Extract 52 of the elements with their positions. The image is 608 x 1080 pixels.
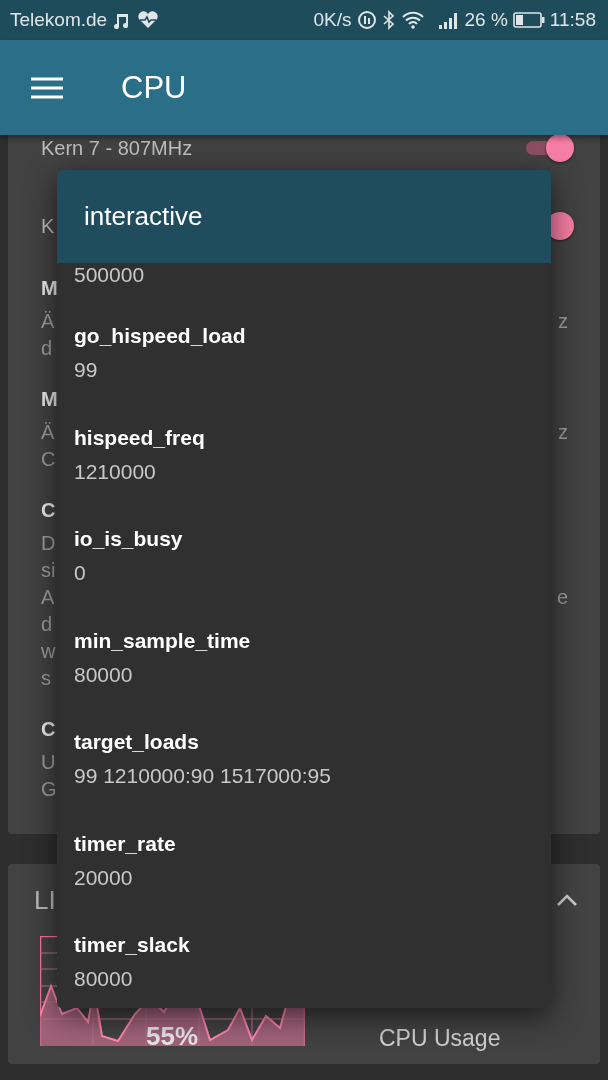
setting-description: si xyxy=(41,558,56,583)
setting-description: C xyxy=(41,447,56,472)
setting-description: Ä xyxy=(41,309,55,334)
setting-title: K xyxy=(41,213,55,239)
setting-description: w xyxy=(41,639,56,664)
parameter-name[interactable]: target_loads xyxy=(74,730,199,754)
setting-title: M xyxy=(41,387,58,412)
parameter-name[interactable]: go_hispeed_load xyxy=(74,324,246,348)
parameter-value[interactable]: 99 xyxy=(74,358,98,382)
chevron-up-icon[interactable] xyxy=(556,893,578,907)
clock: 11:58 xyxy=(549,9,596,31)
setting-description: Ä xyxy=(41,420,55,445)
parameter-value[interactable]: 80000 xyxy=(74,662,133,687)
parameter-value[interactable]: 0 xyxy=(74,561,86,585)
parameter-name[interactable]: timer_slack xyxy=(74,933,190,957)
usage-percent: 55% xyxy=(146,1021,199,1052)
battery-icon xyxy=(512,11,545,29)
network-speed: 0K/s xyxy=(313,9,352,31)
heart-pulse-icon xyxy=(137,10,160,30)
setting-value: z xyxy=(558,309,568,334)
parameter-name[interactable]: min_sample_time xyxy=(74,628,251,653)
carrier-name: Telekom.de xyxy=(10,9,108,31)
battery-percent: 26 % xyxy=(464,9,508,31)
setting-value: e xyxy=(556,585,568,610)
parameter-value[interactable]: 500000 xyxy=(74,263,145,287)
setting-description: G xyxy=(41,777,57,802)
parameter-value[interactable]: 80000 xyxy=(74,967,133,991)
signal-icon xyxy=(437,10,460,30)
setting-description: d xyxy=(41,336,53,361)
setting-title: Kern 7 - 807MHz xyxy=(41,135,193,161)
setting-title: C xyxy=(41,717,56,742)
setting-description: A xyxy=(41,585,55,610)
parameter-name[interactable]: timer_rate xyxy=(74,831,176,856)
parameter-name[interactable]: hispeed_freq xyxy=(74,425,205,450)
page-title: CPU xyxy=(121,69,187,106)
setting-description: s xyxy=(41,666,51,691)
dialog-title: interactive xyxy=(84,201,203,232)
card-title: LI xyxy=(34,884,56,916)
parameter-name[interactable]: io_is_busy xyxy=(74,527,183,551)
usage-label: CPU Usage xyxy=(379,1025,501,1052)
parameter-value[interactable]: 20000 xyxy=(74,865,133,890)
setting-title: M xyxy=(41,276,58,301)
setting-value: z xyxy=(558,420,568,445)
bluetooth-icon xyxy=(381,10,396,30)
menu-icon[interactable] xyxy=(31,76,63,99)
setting-description: D xyxy=(41,531,56,556)
setting-description: U xyxy=(41,750,56,775)
setting-description: d xyxy=(41,612,53,637)
setting-title: C xyxy=(41,498,56,523)
parameter-value[interactable]: 1210000 xyxy=(74,459,156,484)
wifi-icon xyxy=(400,10,425,30)
parameter-value[interactable]: 99 1210000:90 1517000:95 xyxy=(74,764,331,788)
